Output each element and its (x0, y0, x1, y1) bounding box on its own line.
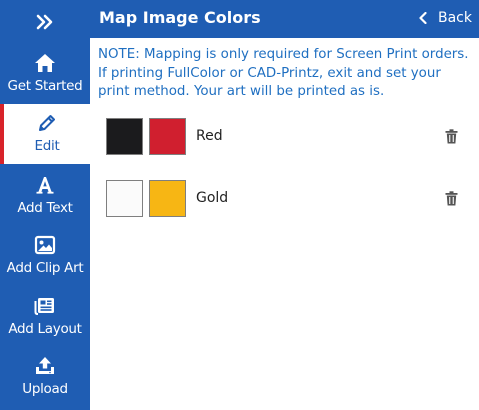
sidebar-item-label: Add Text (17, 200, 73, 216)
trash-icon[interactable] (445, 191, 458, 210)
layout-icon (34, 295, 56, 317)
sidebar-item-label: Edit (34, 138, 60, 154)
sidebar-item-label: Add Clip Art (6, 260, 84, 276)
sidebar-item-label: Get Started (7, 78, 83, 94)
sidebar-item-add-layout[interactable]: Add Layout (0, 287, 90, 347)
color-name: Red (196, 128, 223, 144)
color-mapping-row: Red (106, 118, 468, 158)
sidebar-item-edit[interactable]: Edit (0, 104, 90, 164)
back-button[interactable]: Back (419, 10, 472, 26)
sidebar-item-label: Upload (22, 381, 68, 397)
back-label: Back (438, 10, 472, 26)
original-color-swatch (106, 118, 143, 155)
sidebar-item-add-text[interactable]: Add Text (0, 166, 90, 226)
mapping-note: NOTE: Mapping is only required for Scree… (98, 47, 469, 99)
trash-icon[interactable] (445, 129, 458, 148)
sidebar-item-add-clip-art[interactable]: Add Clip Art (0, 226, 90, 286)
image-icon (34, 234, 56, 256)
sidebar: Get Started Edit Add Text Add Clip Art A… (0, 0, 90, 410)
chevron-left-icon (419, 12, 427, 24)
app-root: Get Started Edit Add Text Add Clip Art A… (0, 0, 479, 410)
upload-icon (34, 355, 56, 377)
color-name: Gold (196, 190, 229, 206)
original-color-swatch (106, 180, 143, 217)
sidebar-item-label: Add Layout (8, 321, 82, 337)
sidebar-item-upload[interactable]: Upload (0, 347, 90, 407)
panel-header: Map Image Colors Back (90, 0, 479, 38)
double-chevron-right-icon (36, 14, 53, 30)
page-title: Map Image Colors (99, 8, 261, 27)
sidebar-item-get-started[interactable]: Get Started (0, 44, 90, 104)
pencil-icon (37, 112, 57, 134)
collapse-sidebar-button[interactable] (0, 0, 90, 44)
home-icon (34, 52, 56, 74)
color-mapping-row: Gold (106, 180, 468, 220)
text-icon (35, 174, 55, 196)
mapped-color-swatch[interactable] (149, 118, 186, 155)
mapped-color-swatch[interactable] (149, 180, 186, 217)
